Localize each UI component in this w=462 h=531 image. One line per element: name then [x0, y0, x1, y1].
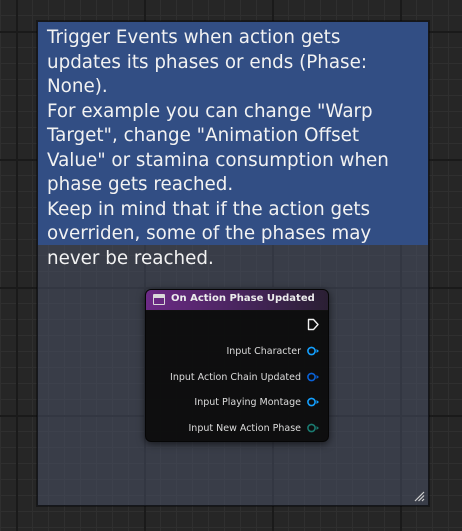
event-node-icon: [153, 294, 165, 305]
object-pin-icon[interactable]: [306, 397, 320, 407]
pin-label: Input Action Chain Updated: [170, 371, 301, 383]
enum-pin-icon[interactable]: [306, 423, 320, 433]
event-node[interactable]: On Action Phase Updated Input Character …: [145, 289, 329, 442]
node-header[interactable]: On Action Phase Updated: [146, 290, 328, 311]
pin-label: Input Character: [226, 345, 301, 357]
object-pin-icon[interactable]: [306, 346, 320, 356]
node-title: On Action Phase Updated: [171, 293, 315, 304]
object-pin-icon[interactable]: [306, 372, 320, 382]
comment-text[interactable]: Trigger Events when action gets updates …: [38, 22, 428, 269]
pin-input-new-action-phase[interactable]: Input New Action Phase: [189, 421, 321, 435]
exec-arrow-icon[interactable]: [307, 318, 319, 331]
pin-input-character[interactable]: Input Character: [226, 344, 320, 358]
pin-input-action-chain-updated[interactable]: Input Action Chain Updated: [170, 370, 320, 384]
pin-label: Input Playing Montage: [194, 396, 301, 408]
pin-label: Input New Action Phase: [188, 422, 302, 434]
resize-handle-icon[interactable]: [413, 490, 425, 502]
pin-input-playing-montage[interactable]: Input Playing Montage: [194, 395, 320, 409]
